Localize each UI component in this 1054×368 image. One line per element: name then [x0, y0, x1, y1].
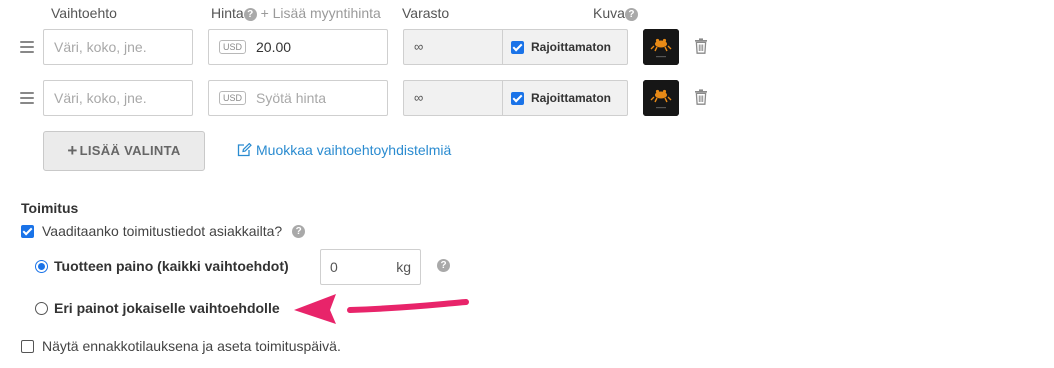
- price-input[interactable]: USD 20.00: [208, 29, 388, 65]
- variant-row: Väri, koko, jne. USD 20.00 ∞ Rajoittamato…: [0, 29, 720, 67]
- delete-variant-button[interactable]: [694, 89, 708, 110]
- unlimited-toggle[interactable]: Rajoittamaton: [503, 81, 627, 115]
- help-icon[interactable]: ?: [437, 259, 450, 272]
- header-price: Hinta? + Lisää myyntihinta: [211, 5, 381, 21]
- preorder-checkbox[interactable]: [21, 339, 34, 353]
- separate-weights-radio[interactable]: [35, 301, 48, 315]
- stock-field: ∞ Rajoittamaton: [403, 80, 628, 116]
- add-sale-price-link[interactable]: + Lisää myyntihinta: [261, 5, 381, 21]
- price-input[interactable]: USD Syötä hinta: [208, 80, 388, 116]
- product-weight-option[interactable]: Tuotteen paino (kaikki vaihtoehdot): [35, 258, 289, 274]
- preorder-label: Näytä ennakkotilauksena ja aseta toimitu…: [42, 338, 341, 354]
- require-shipping-option[interactable]: Vaaditaanko toimitustiedot asiakkailta? …: [21, 223, 306, 239]
- edit-combinations-link[interactable]: Muokkaa vaihtoehtoyhdistelmiä: [237, 142, 451, 158]
- stock-input[interactable]: ∞: [404, 81, 503, 115]
- edit-icon: [237, 142, 252, 157]
- option-placeholder: Väri, koko, jne.: [54, 39, 147, 55]
- shipping-title: Toimitus: [21, 200, 79, 216]
- help-icon[interactable]: ?: [624, 8, 638, 21]
- weight-unit: kg: [396, 259, 411, 275]
- option-placeholder: Väri, koko, jne.: [54, 90, 147, 106]
- plus-icon: +: [67, 141, 78, 160]
- frog-logo-icon: [643, 80, 679, 116]
- unlimited-toggle[interactable]: Rajoittamaton: [503, 30, 627, 64]
- product-thumbnail[interactable]: [643, 80, 679, 116]
- drag-handle-icon[interactable]: [20, 92, 34, 107]
- require-shipping-label: Vaaditaanko toimitustiedot asiakkailta?: [42, 223, 283, 239]
- help-icon[interactable]: ?: [292, 224, 306, 238]
- trash-icon: [695, 38, 707, 54]
- variant-row: Väri, koko, jne. USD Syötä hinta ∞ Rajoit…: [0, 80, 720, 118]
- require-shipping-checkbox[interactable]: [21, 224, 34, 238]
- stock-input[interactable]: ∞: [404, 30, 503, 64]
- delete-variant-button[interactable]: [694, 38, 708, 59]
- product-weight-radio[interactable]: [35, 259, 48, 273]
- product-weight-label: Tuotteen paino (kaikki vaihtoehdot): [54, 258, 289, 274]
- separate-weights-option[interactable]: Eri painot jokaiselle vaihtoehdolle: [35, 300, 280, 316]
- header-price-label: Hinta: [211, 5, 244, 21]
- currency-badge: USD: [219, 91, 247, 105]
- weight-value: 0: [330, 259, 338, 275]
- option-name-input[interactable]: Väri, koko, jne.: [43, 80, 193, 116]
- stock-field: ∞ Rajoittamaton: [403, 29, 628, 65]
- drag-handle-icon[interactable]: [20, 41, 34, 56]
- unlimited-label: Rajoittamaton: [531, 40, 612, 54]
- header-image-label: Kuva: [593, 5, 625, 21]
- separate-weights-label: Eri painot jokaiselle vaihtoehdolle: [54, 300, 280, 316]
- preorder-option[interactable]: Näytä ennakkotilauksena ja aseta toimitu…: [21, 338, 341, 354]
- frog-logo-icon: [643, 29, 679, 65]
- unlimited-checkbox[interactable]: [511, 40, 524, 54]
- edit-combinations-label: Muokkaa vaihtoehtoyhdistelmiä: [256, 142, 452, 158]
- weight-input[interactable]: 0 kg: [320, 249, 421, 285]
- product-thumbnail[interactable]: [643, 29, 679, 65]
- help-icon[interactable]: ?: [243, 8, 257, 21]
- price-value: 20.00: [256, 39, 292, 55]
- add-choice-button[interactable]: + LISÄÄ VALINTA: [43, 131, 205, 171]
- trash-icon: [695, 89, 707, 105]
- unlimited-label: Rajoittamaton: [531, 91, 612, 105]
- price-placeholder: Syötä hinta: [256, 90, 327, 106]
- header-stock: Varasto: [402, 5, 450, 21]
- option-name-input[interactable]: Väri, koko, jne.: [43, 29, 193, 65]
- unlimited-checkbox[interactable]: [511, 91, 524, 105]
- header-option: Vaihtoehto: [51, 5, 117, 21]
- annotation-arrow-icon: [294, 294, 469, 324]
- add-choice-label: LISÄÄ VALINTA: [79, 143, 181, 158]
- currency-badge: USD: [219, 40, 247, 54]
- header-image: Kuva?: [593, 5, 638, 21]
